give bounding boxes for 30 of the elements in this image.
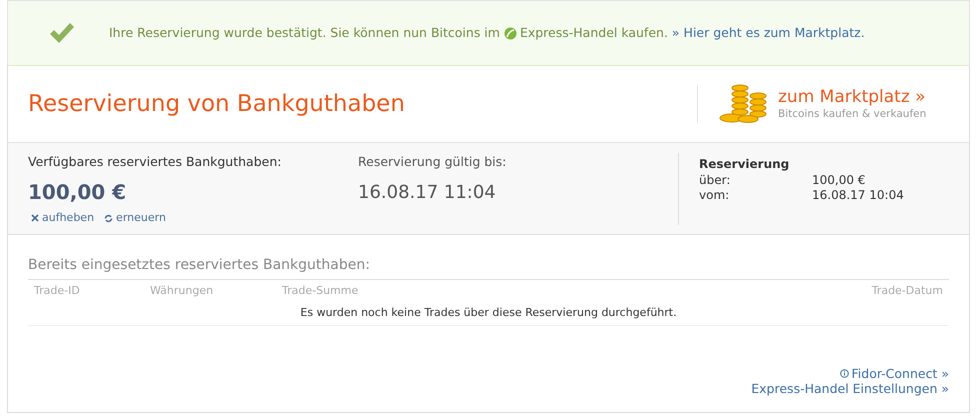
field-value: 100,00 € — [812, 173, 866, 188]
checkmark-icon — [48, 21, 76, 45]
field-label: über: — [699, 173, 732, 188]
product-name: Express-Handel kaufen. — [520, 24, 668, 42]
marketplace-link[interactable]: zum Marktplatz » — [778, 86, 926, 108]
field-label: vom: — [699, 188, 730, 203]
marketplace-subtitle: Bitcoins kaufen & verkaufen — [778, 108, 926, 122]
refresh-icon — [104, 214, 114, 222]
leaf-icon — [504, 26, 517, 40]
field-label: Verfügbares reserviertes Bankguthaben: — [28, 153, 282, 171]
column-header: Trade-Datum — [870, 282, 943, 299]
column-header: Trade-ID — [34, 282, 81, 299]
notice-text: Ihre Reservierung wurde bestätigt. Sie können nun Bitcoins im — [109, 24, 500, 42]
page-title: Reservierung von Bankguthaben — [27, 90, 406, 119]
marketplace-link[interactable]: » Hier geht es zum Marktplatz. — [672, 24, 865, 42]
cancel-link[interactable]: aufheben — [31, 210, 94, 226]
renew-link[interactable]: erneuern — [104, 210, 166, 226]
settings-link[interactable]: Express-Handel Einstellungen » — [751, 381, 949, 396]
available-amount: 100,00 € — [28, 178, 128, 206]
info-icon — [840, 369, 848, 378]
fidor-connect-link[interactable]: Fidor-Connect » — [840, 366, 949, 381]
close-icon — [31, 214, 39, 222]
reservation-heading: Reservierung — [699, 156, 790, 173]
empty-message: Es wurden noch keine Trades über diese Reservierung durchgeführt. — [300, 305, 677, 322]
valid-until-value: 16.08.17 11:04 — [358, 180, 497, 205]
column-header: Trade-Summe — [282, 282, 360, 299]
field-value: 16.08.17 10:04 — [812, 188, 904, 203]
section-title: Bereits eingesetztes reserviertes Bankguthaben: — [28, 256, 371, 275]
field-label: Reservierung gültig bis: — [358, 153, 508, 171]
column-header: Währungen — [150, 282, 214, 299]
